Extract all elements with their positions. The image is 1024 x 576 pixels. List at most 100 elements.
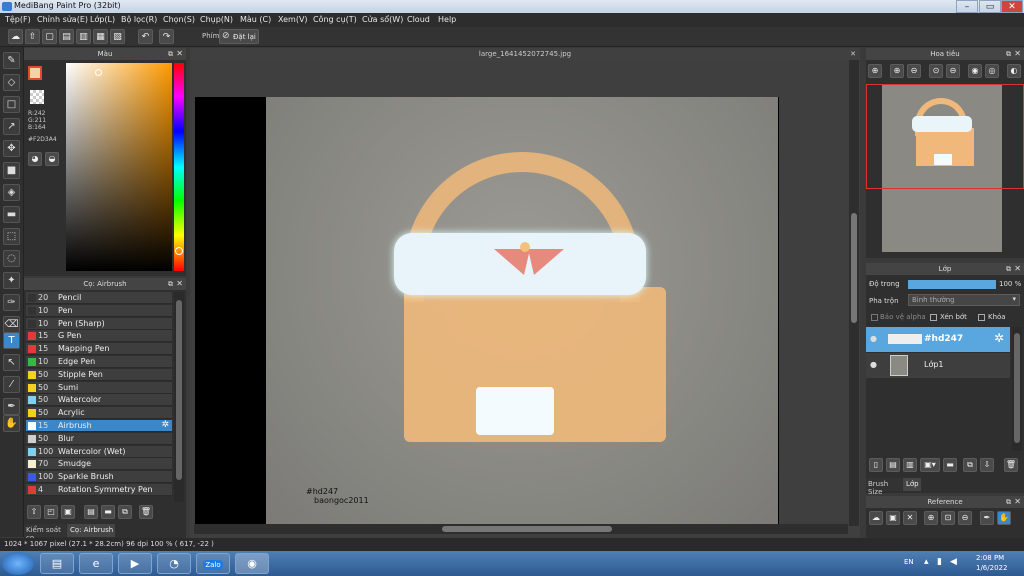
brush-folder-icon[interactable]: ▬	[101, 505, 115, 519]
reference-hand-icon[interactable]: ✋	[997, 511, 1011, 525]
brush-item[interactable]: 4 Rotation Symmetry Pen	[26, 484, 172, 496]
saturation-value-picker[interactable]	[66, 63, 172, 271]
popout-icon[interactable]: ⧉	[168, 48, 173, 60]
clipping-checkbox[interactable]	[930, 314, 937, 321]
zoom-in-icon[interactable]: ⊕	[868, 64, 882, 78]
hue-slider[interactable]	[174, 63, 184, 271]
file-explorer-icon[interactable]: ▤	[40, 553, 74, 574]
tab-layer[interactable]: Lớp	[903, 478, 921, 491]
text-tool-icon[interactable]: T	[3, 332, 20, 349]
tab-airbrush[interactable]: Cọ: Airbrush	[67, 524, 115, 537]
layer-folder-icon[interactable]: ▬	[943, 458, 957, 472]
background-color-swatch[interactable]	[30, 90, 44, 104]
close-icon[interactable]: ✕	[1014, 263, 1021, 275]
color-cursor[interactable]	[95, 69, 102, 76]
reference-zoom-out-icon[interactable]: ⊖	[958, 511, 972, 525]
zoom-out-icon[interactable]: ⊖	[907, 64, 921, 78]
brush-item[interactable]: 50 Blur	[26, 432, 172, 445]
menu-select[interactable]: Chọn(S)	[163, 15, 195, 24]
layout-icon[interactable]: ▧	[110, 29, 125, 44]
brush-list-scrollbar[interactable]	[174, 292, 184, 502]
tab-brush-control[interactable]: Kiểm soát cọ	[24, 524, 66, 542]
cloud-icon[interactable]: ☁	[8, 29, 23, 44]
zoom-actual-icon[interactable]: ⊙	[929, 64, 943, 78]
document-icon[interactable]: ▥	[76, 29, 91, 44]
blend-mode-select[interactable]: Bình thường ▾	[908, 294, 1020, 306]
magic-wand-tool-icon[interactable]: ✦	[3, 272, 20, 289]
opacity-slider[interactable]	[908, 280, 996, 289]
brush-item[interactable]: 50 Sumi	[26, 381, 172, 394]
undo-icon[interactable]: ↶	[138, 29, 153, 44]
stroke-tool-icon[interactable]: ↗	[3, 118, 20, 135]
trash-icon[interactable]: 🗑	[139, 505, 153, 519]
media-player-icon[interactable]: ▶	[118, 553, 152, 574]
close-icon[interactable]: ✕	[176, 278, 183, 290]
duplicate-layer-icon[interactable]: ⧉	[963, 458, 977, 472]
reference-cloud-icon[interactable]: ☁	[869, 511, 883, 525]
brush-item[interactable]: 10 Edge Pen	[26, 356, 172, 368]
add-layer-menu-icon[interactable]: ▣▾	[920, 458, 940, 472]
brush-scroll-thumb[interactable]	[176, 300, 182, 480]
brush-item[interactable]: 100 Watercolor (Wet)	[26, 445, 172, 458]
lock-checkbox[interactable]	[978, 314, 985, 321]
upload-icon[interactable]: ⇧	[25, 29, 40, 44]
fit-window-icon[interactable]: ⊖	[946, 64, 960, 78]
brush-item[interactable]: 50 Acrylic	[26, 407, 172, 420]
new-8bit-layer-icon[interactable]: ▥	[903, 458, 917, 472]
foreground-color-swatch[interactable]	[28, 66, 42, 80]
reference-open-icon[interactable]: ▣	[886, 511, 900, 525]
rotate-right-icon[interactable]: ◎	[985, 64, 999, 78]
eye-icon[interactable]: ●	[870, 360, 877, 369]
zoom-fit-icon[interactable]: ⊕	[890, 64, 904, 78]
eyedropper-tool-icon[interactable]: ✒	[3, 398, 20, 415]
flip-icon[interactable]: ◐	[1007, 64, 1021, 78]
move-tool-icon[interactable]: ✥	[3, 140, 20, 157]
color-history-icon[interactable]: ◒	[45, 152, 59, 166]
layer-scrollbar[interactable]	[1012, 327, 1022, 451]
redo-icon[interactable]: ↷	[159, 29, 174, 44]
zalo-icon[interactable]: Zalo	[196, 553, 230, 574]
lasso-tool-icon[interactable]: ◌	[3, 250, 20, 267]
brush-item[interactable]: 15 Mapping Pen	[26, 343, 172, 356]
brush-item[interactable]: 15 G Pen	[26, 330, 172, 343]
reference-zoom-in-icon[interactable]: ⊕	[924, 511, 938, 525]
brush-cloud-icon[interactable]: ◰	[44, 505, 58, 519]
menu-layer[interactable]: Lớp(L)	[90, 15, 115, 24]
brush-item[interactable]: 100 Sparkle Brush	[26, 471, 172, 484]
select-tool-icon[interactable]: ⬚	[3, 228, 20, 245]
vertical-scroll-thumb[interactable]	[851, 213, 857, 323]
minimize-button[interactable]: –	[956, 0, 978, 13]
canvas-image[interactable]: #hd247 baongoc2011	[266, 97, 778, 524]
brush-item[interactable]: 20 Pencil	[26, 292, 172, 304]
protect-alpha-checkbox[interactable]	[871, 314, 878, 321]
menu-color[interactable]: Màu (C)	[240, 15, 271, 24]
rotate-left-icon[interactable]: ◉	[968, 64, 982, 78]
menu-capture[interactable]: Chụp(N)	[200, 15, 233, 24]
add-brush-icon[interactable]: ⇧	[27, 505, 41, 519]
menu-window[interactable]: Cửa sổ(W)	[362, 15, 403, 24]
document-tab[interactable]: large_1641452072745.jpg ✕	[190, 48, 860, 60]
grid-icon[interactable]: ▦	[93, 29, 108, 44]
new-halftone-layer-icon[interactable]: ▤	[886, 458, 900, 472]
hue-handle[interactable]	[175, 247, 183, 255]
fill-tool-icon[interactable]: ◈	[3, 184, 20, 201]
reference-close-icon[interactable]: ✕	[903, 511, 917, 525]
close-button[interactable]: ✕	[1001, 0, 1023, 13]
menu-file[interactable]: Tệp(F)	[5, 15, 31, 24]
shape-tool-icon[interactable]: ■	[3, 162, 20, 179]
layer-scroll-thumb[interactable]	[1014, 333, 1020, 443]
medibang-taskbar-icon[interactable]: ◉	[235, 553, 269, 574]
menu-help[interactable]: Help	[438, 15, 456, 24]
clock-date[interactable]: 1/6/2022	[976, 564, 1007, 572]
brush-item[interactable]: 50 Watercolor	[26, 394, 172, 407]
trash-icon[interactable]: 🗑	[1004, 458, 1018, 472]
reference-eyedropper-icon[interactable]: ✒	[980, 511, 994, 525]
palette-icon[interactable]: ◕	[28, 152, 42, 166]
select-pen-icon[interactable]: ✑	[3, 294, 20, 311]
hand-tool-icon[interactable]: ✋	[3, 415, 20, 432]
horizontal-scroll-thumb[interactable]	[442, 526, 612, 532]
navigator-viewport[interactable]	[866, 84, 1024, 189]
brush-item[interactable]: 50 Stipple Pen	[26, 368, 172, 381]
tray-arrow-icon[interactable]: ▴	[924, 557, 929, 567]
brush-duplicate-icon[interactable]: ⧉	[118, 505, 132, 519]
